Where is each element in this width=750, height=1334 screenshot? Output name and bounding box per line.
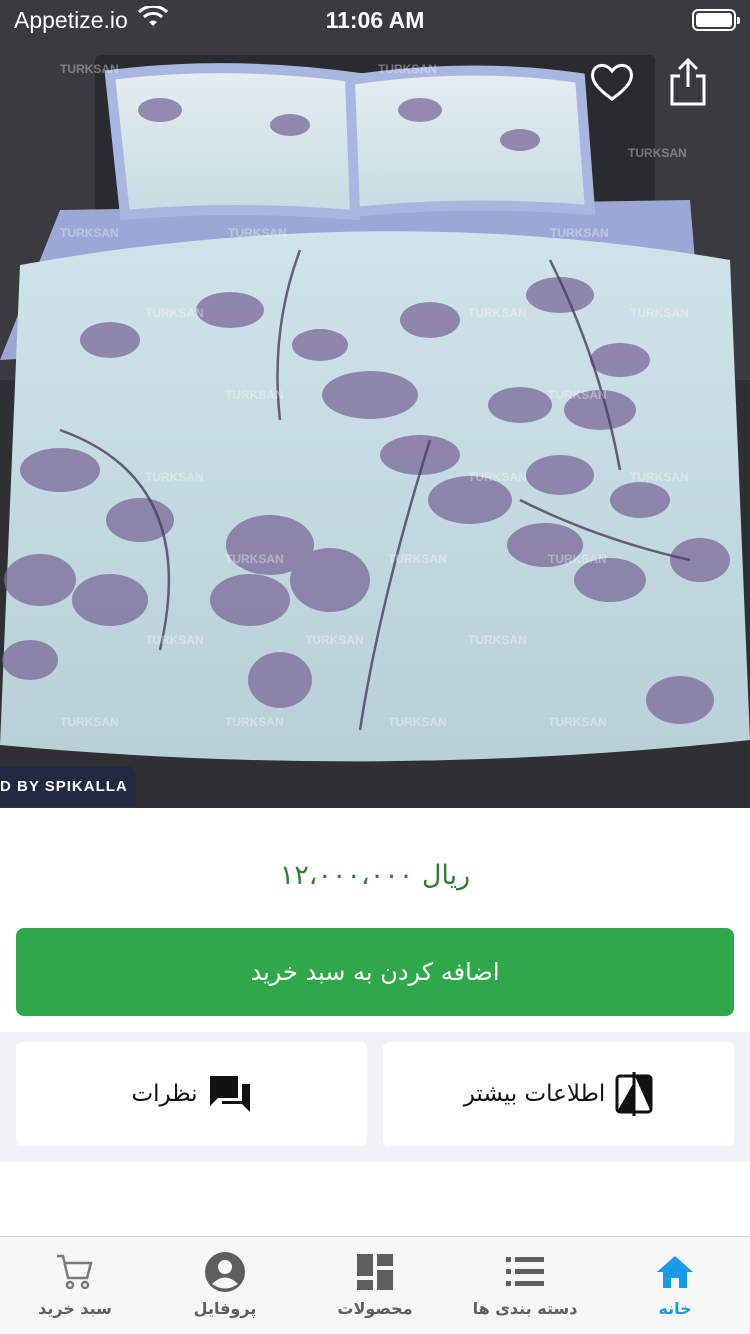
watermark-text: TURKSAN	[388, 552, 447, 566]
bottom-tab-bar: سبد خرید پروفایل محصولات دسته بندی ها خا…	[0, 1236, 750, 1334]
tab-categories[interactable]: دسته بندی ها	[450, 1237, 600, 1334]
watermark-text: TURKSAN	[225, 715, 284, 729]
watermark-text: TURKSAN	[145, 306, 204, 320]
carrier-label: Appetize.io	[14, 6, 128, 33]
watermark-text: TURKSAN	[378, 62, 437, 76]
add-to-cart-button[interactable]: اضافه کردن به سبد خرید	[16, 928, 734, 1016]
compare-icon	[615, 1072, 653, 1116]
photo-credit-badge: D BY SPIKALLA	[0, 766, 136, 806]
watermark-text: TURKSAN	[550, 226, 609, 240]
watermark-text: TURKSAN	[468, 633, 527, 647]
bedding-photo: TURKSAN TURKSAN TURKSAN TURKSAN TURKSAN …	[0, 0, 750, 808]
comments-icon	[208, 1074, 252, 1114]
watermark-text: TURKSAN	[145, 633, 204, 647]
watermark-text: TURKSAN	[145, 470, 204, 484]
tab-label: محصولات	[337, 1299, 413, 1318]
profile-icon	[204, 1251, 246, 1293]
watermark-text: TURKSAN	[305, 633, 364, 647]
comments-button[interactable]: نظرات	[16, 1042, 367, 1146]
tab-label: دسته بندی ها	[472, 1299, 578, 1318]
watermark-text: TURKSAN	[228, 226, 287, 240]
tab-profile[interactable]: پروفایل	[150, 1237, 300, 1334]
watermark-text: TURKSAN	[548, 552, 607, 566]
watermark-text: TURKSAN	[60, 226, 119, 240]
heart-icon	[589, 61, 635, 107]
wifi-icon	[137, 4, 168, 34]
more-info-label: اطلاعات بیشتر	[463, 1081, 606, 1107]
share-icon	[668, 57, 708, 111]
watermark-text: TURKSAN	[388, 715, 447, 729]
tab-home[interactable]: خانه	[600, 1237, 750, 1334]
tab-label: سبد خرید	[38, 1299, 112, 1318]
info-cards: نظرات اطلاعات بیشتر	[0, 1032, 750, 1162]
watermark-text: TURKSAN	[630, 306, 689, 320]
status-bar: Appetize.io 11:06 AM	[0, 0, 750, 40]
status-left: Appetize.io	[14, 4, 168, 34]
watermark-text: TURKSAN	[628, 146, 687, 160]
product-price: ۱۲،۰۰۰،۰۰۰ ریال	[279, 860, 471, 891]
watermark-text: TURKSAN	[548, 715, 607, 729]
battery-icon	[692, 9, 740, 31]
watermark-text: TURKSAN	[225, 552, 284, 566]
watermark-text: TURKSAN	[60, 715, 119, 729]
home-icon	[655, 1251, 695, 1293]
tab-cart[interactable]: سبد خرید	[0, 1237, 150, 1334]
favorite-button[interactable]	[586, 58, 638, 110]
watermark-text: TURKSAN	[548, 388, 607, 402]
categories-list-icon	[505, 1251, 545, 1293]
comments-label: نظرات	[131, 1081, 198, 1107]
watermark-text: TURKSAN	[468, 470, 527, 484]
product-image[interactable]: TURKSAN TURKSAN TURKSAN TURKSAN TURKSAN …	[0, 0, 750, 808]
tab-label: پروفایل	[193, 1299, 257, 1318]
watermark-text: TURKSAN	[60, 62, 119, 76]
tab-label: خانه	[658, 1299, 692, 1318]
watermark-text: TURKSAN	[225, 388, 284, 402]
watermark-text: TURKSAN	[468, 306, 527, 320]
tab-products[interactable]: محصولات	[300, 1237, 450, 1334]
watermark-text: TURKSAN	[630, 470, 689, 484]
more-info-button[interactable]: اطلاعات بیشتر	[383, 1042, 734, 1146]
cart-icon	[55, 1251, 95, 1293]
share-button[interactable]	[662, 57, 714, 111]
products-grid-icon	[356, 1251, 394, 1293]
